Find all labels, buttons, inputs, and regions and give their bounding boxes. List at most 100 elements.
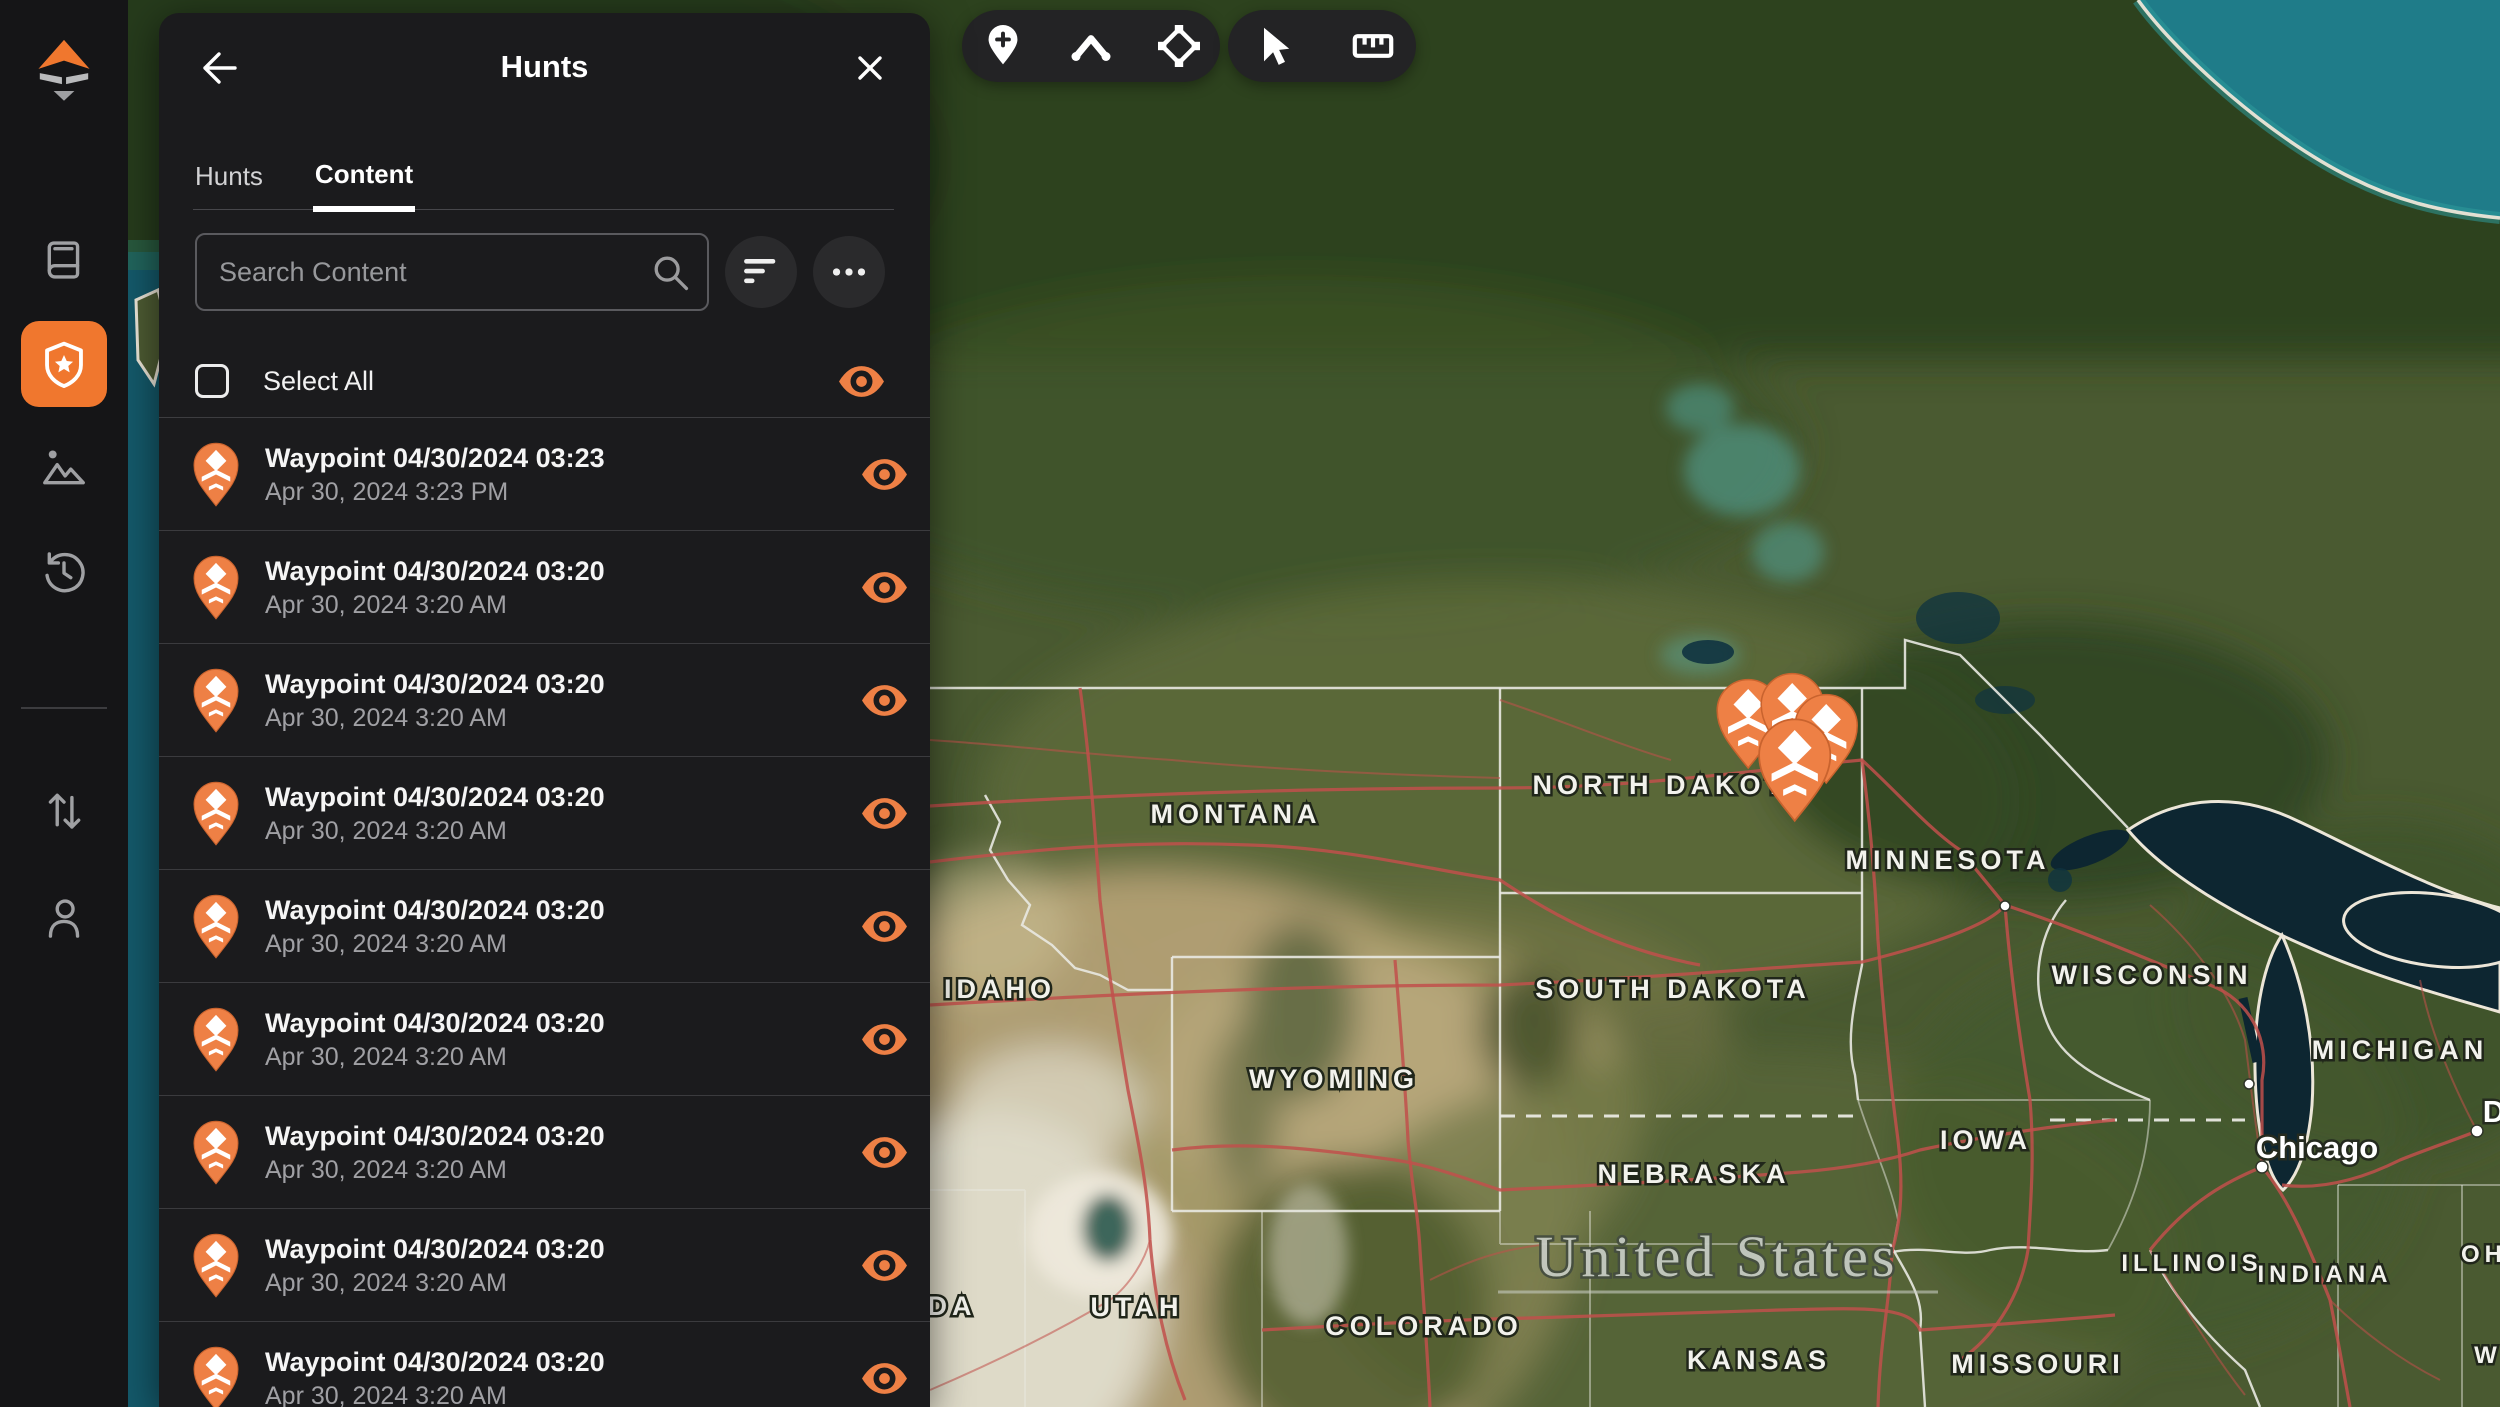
waypoint-row[interactable]: Waypoint 04/30/2024 03:23 Apr 30, 2024 3…	[159, 418, 930, 531]
basemap-logo[interactable]	[26, 30, 102, 112]
waypoint-row[interactable]: Waypoint 04/30/2024 03:20 Apr 30, 2024 3…	[159, 644, 930, 757]
waypoint-title: Waypoint 04/30/2024 03:23	[265, 440, 605, 476]
sidebar-terrain-button[interactable]	[21, 425, 107, 511]
visibility-eye-button[interactable]	[857, 1244, 912, 1287]
waypoint-pin-icon	[189, 1344, 243, 1407]
waypoint-pin-icon	[189, 666, 243, 734]
visibility-eye-button[interactable]	[857, 905, 912, 948]
sidebar-sync-button[interactable]	[21, 767, 107, 853]
back-button[interactable]	[193, 43, 245, 95]
state-label-missouri: MISSOURI	[1951, 1349, 2125, 1379]
back-arrow-icon	[197, 46, 241, 90]
state-label-wyoming: WYOMING	[1249, 1064, 1419, 1094]
waypoint-row[interactable]: Waypoint 04/30/2024 03:20 Apr 30, 2024 3…	[159, 1209, 930, 1322]
eye-icon	[861, 683, 908, 718]
sidebar-hunts-button[interactable]	[21, 321, 107, 407]
waypoint-title: Waypoint 04/30/2024 03:20	[265, 553, 605, 589]
state-label-south-dakota: SOUTH DAKOTA	[1535, 974, 1811, 1004]
search-input[interactable]	[195, 233, 709, 311]
waypoint-text: Waypoint 04/30/2024 03:20 Apr 30, 2024 3…	[265, 779, 605, 847]
visibility-eye-button[interactable]	[857, 1131, 912, 1174]
tab-hunts[interactable]: Hunts	[193, 159, 265, 209]
waypoint-row[interactable]: Waypoint 04/30/2024 03:20 Apr 30, 2024 3…	[159, 870, 930, 983]
select-tools-group	[1228, 10, 1416, 82]
draw-path-button[interactable]	[1062, 17, 1120, 75]
waypoint-list: Waypoint 04/30/2024 03:23 Apr 30, 2024 3…	[159, 418, 930, 1407]
polygon-shape-icon	[1158, 25, 1200, 67]
waypoint-text: Waypoint 04/30/2024 03:20 Apr 30, 2024 3…	[265, 1344, 605, 1407]
draw-tools-group	[962, 10, 1220, 82]
state-label-kansas: KANSAS	[1687, 1345, 1831, 1375]
waypoint-row[interactable]: Waypoint 04/30/2024 03:20 Apr 30, 2024 3…	[159, 757, 930, 870]
search-icon	[653, 255, 689, 291]
sidebar-account-button[interactable]	[21, 875, 107, 961]
close-icon	[848, 46, 892, 90]
eye-icon	[861, 1361, 908, 1396]
visibility-eye-button[interactable]	[857, 1357, 912, 1400]
state-label-michigan: MICHIGAN	[2312, 1035, 2489, 1065]
draw-shape-button[interactable]	[1150, 17, 1208, 75]
state-label-colorado: COLORADO	[1325, 1311, 1523, 1341]
waypoint-timestamp: Apr 30, 2024 3:20 AM	[265, 589, 605, 621]
sidebar-maps-button[interactable]	[21, 217, 107, 303]
waypoint-title: Waypoint 04/30/2024 03:20	[265, 1344, 605, 1380]
state-label-utah: UTAH	[1091, 1292, 1184, 1322]
visibility-eye-button[interactable]	[857, 453, 912, 496]
visibility-eye-button[interactable]	[857, 566, 912, 609]
select-all-label: Select All	[263, 366, 374, 397]
state-label-montana: MONTANA	[1151, 799, 1322, 829]
waypoint-title: Waypoint 04/30/2024 03:20	[265, 1231, 605, 1267]
state-label-wisconsin: WISCONSIN	[2051, 960, 2252, 990]
history-icon	[38, 546, 90, 598]
waypoint-title: Waypoint 04/30/2024 03:20	[265, 892, 605, 928]
ruler-icon	[1352, 25, 1394, 67]
person-icon	[38, 892, 90, 944]
add-waypoint-button[interactable]	[974, 17, 1032, 75]
state-label-idaho: IDAHO	[944, 974, 1056, 1004]
waypoint-pin-plus-icon	[982, 25, 1024, 67]
waypoint-row[interactable]: Waypoint 04/30/2024 03:20 Apr 30, 2024 3…	[159, 1096, 930, 1209]
book-icon	[38, 234, 90, 286]
visibility-eye-button[interactable]	[857, 679, 912, 722]
up-down-arrows-icon	[38, 784, 90, 836]
select-all-checkbox[interactable]	[195, 364, 229, 398]
panel-header	[193, 43, 896, 95]
waypoint-timestamp: Apr 30, 2024 3:20 AM	[265, 1267, 605, 1299]
toggle-all-visibility-button[interactable]	[834, 360, 889, 403]
eye-icon	[861, 1135, 908, 1170]
shield-star-icon	[38, 338, 90, 390]
eye-icon	[861, 457, 908, 492]
close-button[interactable]	[844, 43, 896, 95]
state-label-nevada-cut: DA	[928, 1291, 977, 1321]
waypoint-timestamp: Apr 30, 2024 3:20 AM	[265, 815, 605, 847]
eye-icon	[861, 1022, 908, 1057]
waypoint-text: Waypoint 04/30/2024 03:23 Apr 30, 2024 3…	[265, 440, 605, 508]
state-label-ohio-cut: OH	[2461, 1241, 2500, 1268]
waypoint-row[interactable]: Waypoint 04/30/2024 03:20 Apr 30, 2024 3…	[159, 531, 930, 644]
measure-button[interactable]	[1344, 17, 1402, 75]
more-options-button[interactable]	[813, 236, 885, 308]
sidebar-divider	[21, 707, 107, 709]
waypoint-timestamp: Apr 30, 2024 3:20 AM	[265, 1380, 605, 1407]
waypoint-pin-icon	[189, 553, 243, 621]
sort-button[interactable]	[725, 236, 797, 308]
waypoint-timestamp: Apr 30, 2024 3:20 AM	[265, 1154, 605, 1186]
waypoint-title: Waypoint 04/30/2024 03:20	[265, 1118, 605, 1154]
state-label-indiana: INDIANA	[2258, 1261, 2393, 1288]
tab-content[interactable]: Content	[313, 159, 415, 212]
select-all-row: Select All	[195, 345, 930, 417]
select-cursor-button[interactable]	[1242, 17, 1300, 75]
waypoint-timestamp: Apr 30, 2024 3:20 AM	[265, 702, 605, 734]
visibility-eye-button[interactable]	[857, 792, 912, 835]
waypoint-timestamp: Apr 30, 2024 3:23 PM	[265, 476, 605, 508]
visibility-eye-button[interactable]	[857, 1018, 912, 1061]
sidebar-history-button[interactable]	[21, 529, 107, 615]
waypoint-pin-icon	[189, 1005, 243, 1073]
cursor-icon	[1250, 25, 1292, 67]
waypoint-text: Waypoint 04/30/2024 03:20 Apr 30, 2024 3…	[265, 1118, 605, 1186]
mountains-icon	[38, 442, 90, 494]
waypoint-pin-icon	[189, 779, 243, 847]
waypoint-row[interactable]: Waypoint 04/30/2024 03:20 Apr 30, 2024 3…	[159, 1322, 930, 1407]
waypoint-row[interactable]: Waypoint 04/30/2024 03:20 Apr 30, 2024 3…	[159, 983, 930, 1096]
waypoint-title: Waypoint 04/30/2024 03:20	[265, 1005, 605, 1041]
